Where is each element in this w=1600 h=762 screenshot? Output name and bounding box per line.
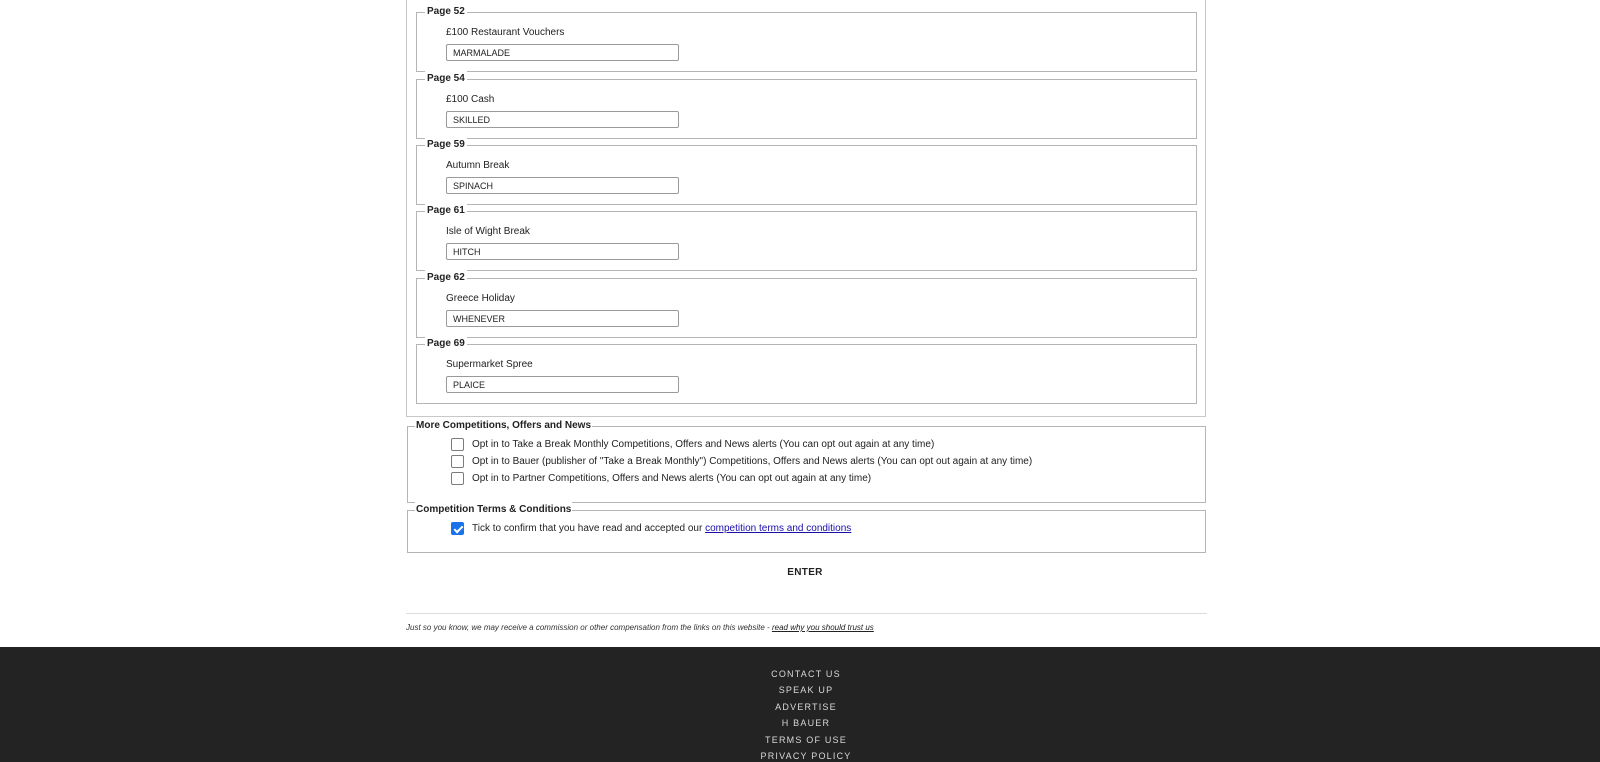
entry-page-54: Page 54 £100 Cash bbox=[416, 71, 1197, 139]
more-competitions-fieldset: More Competitions, Offers and News Opt i… bbox=[407, 417, 1206, 503]
opt-in-checkbox[interactable] bbox=[451, 455, 464, 468]
entry-page-label: Page 52 bbox=[425, 4, 467, 20]
terms-link[interactable]: competition terms and conditions bbox=[705, 523, 851, 534]
entry-answer-input[interactable] bbox=[446, 243, 679, 260]
footer-link-contact[interactable]: Contact Us bbox=[0, 668, 1600, 680]
terms-legend: Competition Terms & Conditions bbox=[415, 501, 573, 518]
opt-in-label: Opt in to Partner Competitions, Offers a… bbox=[472, 473, 872, 484]
entry-prize-label: Supermarket Spree bbox=[446, 359, 533, 370]
enter-button[interactable]: ENTER bbox=[780, 565, 830, 581]
entry-answer-input[interactable] bbox=[446, 310, 679, 327]
entry-page-label: Page 61 bbox=[425, 203, 467, 219]
terms-checkbox[interactable] bbox=[451, 522, 464, 535]
divider bbox=[406, 613, 1207, 614]
entry-prize-label: £100 Cash bbox=[446, 94, 495, 105]
affiliate-disclaimer: Just so you know, we may receive a commi… bbox=[406, 623, 874, 632]
footer-link-privacy[interactable]: Privacy Policy bbox=[0, 750, 1600, 762]
trust-link[interactable]: read why you should trust us bbox=[772, 623, 874, 632]
entry-prize-label: Greece Holiday bbox=[446, 293, 515, 304]
entry-page-69: Page 69 Supermarket Spree bbox=[416, 336, 1197, 404]
entry-prize-label: Isle of Wight Break bbox=[446, 226, 530, 237]
entry-page-label: Page 59 bbox=[425, 137, 467, 153]
entry-prize-label: £100 Restaurant Vouchers bbox=[446, 27, 565, 38]
entry-page-label: Page 54 bbox=[425, 71, 467, 87]
more-competitions-legend: More Competitions, Offers and News bbox=[415, 417, 593, 434]
footer-link-h-bauer[interactable]: H Bauer bbox=[0, 717, 1600, 729]
entry-page-61: Page 61 Isle of Wight Break bbox=[416, 203, 1197, 271]
entry-answer-input[interactable] bbox=[446, 177, 679, 194]
entry-answer-input[interactable] bbox=[446, 111, 679, 128]
entry-page-label: Page 62 bbox=[425, 270, 467, 286]
footer-link-terms[interactable]: Terms of Use bbox=[0, 734, 1600, 746]
entry-page-62: Page 62 Greece Holiday bbox=[416, 270, 1197, 338]
entry-page-52: Page 52 £100 Restaurant Vouchers bbox=[416, 4, 1197, 72]
entry-answer-input[interactable] bbox=[446, 376, 679, 393]
site-footer: Contact Us Speak Up Advertise H Bauer Te… bbox=[0, 647, 1600, 762]
disclaimer-text: Just so you know, we may receive a commi… bbox=[406, 623, 770, 632]
opt-in-label: Opt in to Bauer (publisher of "Take a Br… bbox=[472, 456, 1033, 467]
opt-in-checkbox[interactable] bbox=[451, 472, 464, 485]
entry-prize-label: Autumn Break bbox=[446, 160, 510, 171]
opt-in-checkbox[interactable] bbox=[451, 438, 464, 451]
entry-page-label: Page 69 bbox=[425, 336, 467, 352]
opt-in-label: Opt in to Take a Break Monthly Competiti… bbox=[472, 439, 935, 450]
footer-link-advertise[interactable]: Advertise bbox=[0, 701, 1600, 713]
entry-page-59: Page 59 Autumn Break bbox=[416, 137, 1197, 205]
terms-label: Tick to confirm that you have read and a… bbox=[472, 523, 703, 534]
terms-fieldset: Competition Terms & Conditions Tick to c… bbox=[407, 501, 1206, 553]
entry-answer-input[interactable] bbox=[446, 44, 679, 61]
footer-link-speak-up[interactable]: Speak Up bbox=[0, 684, 1600, 696]
terms-text: Tick to confirm that you have read and a… bbox=[472, 522, 851, 536]
